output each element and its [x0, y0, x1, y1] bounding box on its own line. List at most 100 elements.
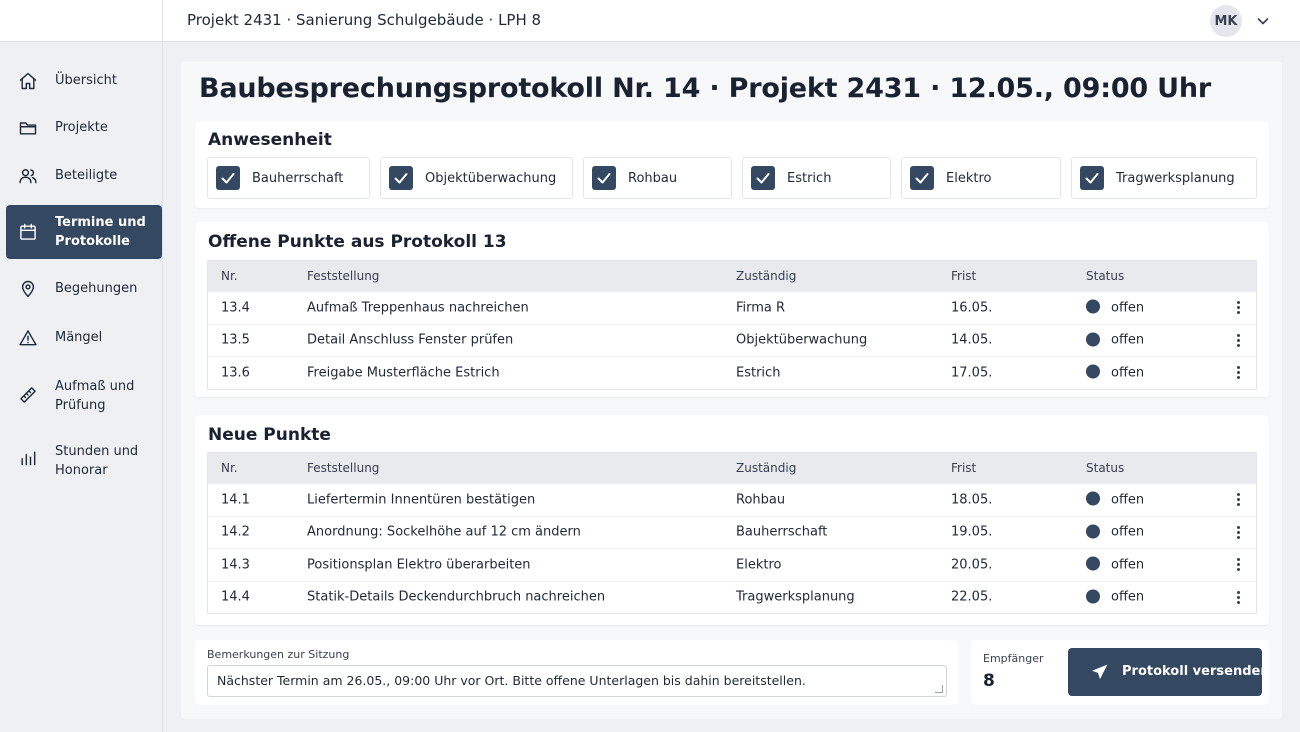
table-row[interactable]: 13.4 Aufmaß Treppenhaus nachreichen Firma … — [208, 291, 1256, 324]
new-points-panel: Neue Punkte Nr. Feststellung Zuständig F… — [195, 415, 1269, 625]
more-options-icon[interactable] — [1228, 587, 1248, 607]
chevron-down-icon[interactable] — [1255, 13, 1271, 29]
attendance-item[interactable]: Tragwerksplanung — [1071, 157, 1257, 199]
more-options-icon[interactable] — [1228, 522, 1248, 542]
column-header-frist: Frist — [951, 461, 977, 475]
column-header-status: Status — [1086, 269, 1125, 283]
sidebar-item-label: Beteiligte — [55, 168, 118, 183]
status-label: offen — [1111, 365, 1145, 381]
cell-frist: 20.05. — [951, 557, 993, 573]
sidebar-item-maengel[interactable]: Mängel — [6, 319, 162, 357]
sidebar-item-termine-und-protokolle[interactable]: Termine und Protokolle — [6, 205, 162, 259]
cell-zustaendig: Estrich — [736, 365, 781, 381]
sidebar-item-aufmass-und-pruefung[interactable]: Aufmaß und Prüfung — [6, 368, 162, 422]
cell-status: offen — [1086, 524, 1145, 540]
checkbox-checked-icon[interactable] — [592, 166, 616, 190]
cell-frist: 22.05. — [951, 589, 993, 605]
remarks-textarea[interactable]: Nächster Termin am 26.05., 09:00 Uhr vor… — [207, 665, 947, 697]
attendance-item[interactable]: Bauherrschaft — [207, 157, 370, 199]
cell-frist: 19.05. — [951, 524, 993, 540]
warning-icon — [18, 328, 38, 348]
table-row[interactable]: 14.2 Anordnung: Sockelhöhe auf 12 cm ände… — [208, 515, 1256, 549]
cell-nr: 13.4 — [221, 300, 250, 316]
cell-status: offen — [1086, 332, 1145, 348]
attendance-item-label: Bauherrschaft — [252, 171, 344, 186]
table-row[interactable]: 14.4 Statik-Details Deckendurchbruch nach… — [208, 580, 1256, 614]
status-dot-icon — [1086, 556, 1100, 571]
column-header-status: Status — [1086, 461, 1125, 475]
table-header: Nr. Feststellung Zuständig Frist Status — [208, 261, 1256, 291]
attendance-item[interactable]: Estrich — [742, 157, 891, 199]
cell-zustaendig: Bauherrschaft — [736, 524, 828, 540]
column-header-nr: Nr. — [221, 461, 238, 475]
sidebar-item-stunden-und-honorar[interactable]: Stunden und Honorar — [6, 433, 162, 487]
cell-status: offen — [1086, 299, 1144, 315]
status-dot-icon — [1086, 589, 1100, 604]
resize-handle-icon[interactable] — [935, 685, 943, 693]
cell-feststellung: Statik-Details Deckendurchbruch nachreic… — [307, 589, 606, 605]
checkbox-checked-icon[interactable] — [1080, 166, 1104, 190]
table-row[interactable]: 13.5 Detail Anschluss Fenster prüfen Objek… — [208, 323, 1256, 357]
more-options-icon[interactable] — [1228, 330, 1248, 350]
sidebar-item-projekte[interactable]: Projekte — [6, 109, 162, 147]
send-icon — [1092, 664, 1108, 680]
cell-zustaendig: Tragwerksplanung — [736, 589, 855, 605]
cell-frist: 16.05. — [951, 300, 993, 316]
cell-zustaendig: Firma R — [736, 300, 786, 316]
sidebar-item-begehungen[interactable]: Begehungen — [6, 270, 162, 308]
recipients-count: 8 — [983, 671, 995, 691]
cell-zustaendig: Rohbau — [736, 492, 786, 508]
sidebar-brand-area — [0, 0, 162, 42]
status-label: offen — [1111, 589, 1145, 605]
status-label: offen — [1111, 492, 1145, 508]
checkbox-checked-icon[interactable] — [216, 166, 240, 190]
cell-frist: 18.05. — [951, 492, 993, 508]
send-protocol-label: Protokoll versenden — [1122, 664, 1270, 679]
status-label: offen — [1111, 524, 1145, 540]
sidebar-item-uebersicht[interactable]: Übersicht — [6, 62, 162, 100]
cell-frist: 17.05. — [951, 365, 993, 381]
status-label: offen — [1111, 332, 1145, 348]
table-row[interactable]: 13.6 Freigabe Musterfläche Estrich Estrich… — [208, 356, 1256, 389]
table-header: Nr. Feststellung Zuständig Frist Status — [208, 453, 1256, 483]
status-dot-icon — [1086, 524, 1100, 539]
attendance-item[interactable]: Rohbau — [583, 157, 732, 199]
checkbox-checked-icon[interactable] — [751, 166, 775, 190]
attendance-item[interactable]: Elektro — [901, 157, 1061, 199]
status-label: offen — [1111, 557, 1145, 573]
new-points-table: Nr. Feststellung Zuständig Frist Status … — [207, 452, 1257, 614]
column-header-frist: Frist — [951, 269, 977, 283]
column-header-zustaendig: Zuständig — [736, 269, 797, 283]
table-row[interactable]: 14.3 Positionsplan Elektro überarbeiten El… — [208, 548, 1256, 581]
column-header-feststellung: Feststellung — [307, 461, 380, 475]
folder-icon — [18, 118, 38, 138]
status-dot-icon — [1086, 364, 1100, 379]
page-title: Baubesprechungsprotokoll Nr. 14 · Projek… — [199, 73, 1212, 104]
cell-nr: 13.5 — [221, 332, 250, 348]
avatar[interactable]: MK — [1210, 5, 1242, 37]
more-options-icon[interactable] — [1228, 555, 1248, 575]
attendance-item-label: Objektüberwachung — [425, 171, 557, 186]
checkbox-checked-icon[interactable] — [910, 166, 934, 190]
cell-feststellung: Anordnung: Sockelhöhe auf 12 cm ändern — [307, 524, 581, 540]
cell-zustaendig: Objektüberwachung — [736, 332, 868, 348]
more-options-icon[interactable] — [1228, 298, 1248, 318]
remarks-panel: Bemerkungen zur Sitzung Nächster Termin … — [195, 640, 958, 705]
calendar-icon — [18, 222, 38, 242]
sidebar-item-beteiligte[interactable]: Beteiligte — [6, 157, 162, 195]
cell-feststellung: Detail Anschluss Fenster prüfen — [307, 332, 514, 348]
open-points-table: Nr. Feststellung Zuständig Frist Status … — [207, 260, 1257, 390]
send-protocol-button[interactable]: Protokoll versenden — [1068, 648, 1270, 696]
table-row[interactable]: 14.1 Liefertermin Innentüren bestätigen Ro… — [208, 483, 1256, 516]
attendance-item[interactable]: Objektüberwachung — [380, 157, 573, 199]
checkbox-checked-icon[interactable] — [389, 166, 413, 190]
more-options-icon[interactable] — [1228, 490, 1248, 510]
more-options-icon[interactable] — [1228, 363, 1248, 383]
cell-nr: 14.1 — [221, 492, 250, 508]
attendance-heading: Anwesenheit — [208, 130, 332, 150]
sidebar-item-label: Projekte — [55, 120, 108, 135]
cell-zustaendig: Elektro — [736, 557, 782, 573]
new-points-heading: Neue Punkte — [208, 425, 331, 445]
status-dot-icon — [1086, 491, 1100, 506]
sidebar-item-label: Aufmaß und Prüfung — [55, 379, 135, 413]
